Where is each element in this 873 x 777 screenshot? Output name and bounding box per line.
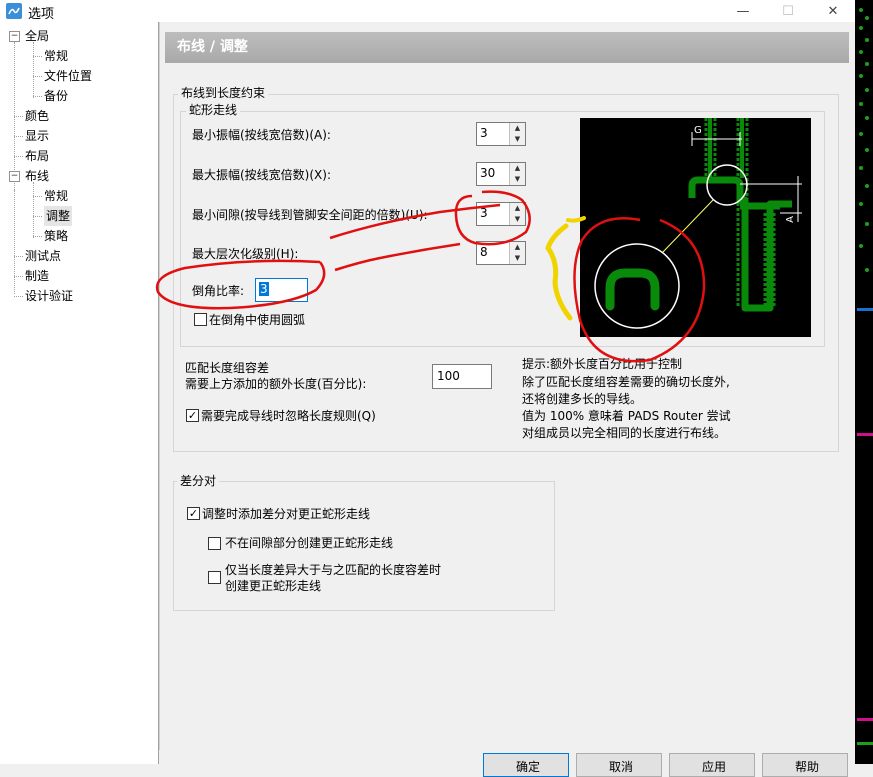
chamfer-ratio-input[interactable]: 3 bbox=[255, 278, 308, 302]
no-gap-serpentine-label: 不在间隙部分创建更正蛇形走线 bbox=[225, 536, 394, 550]
diff-pair-legend: 差分对 bbox=[177, 474, 220, 488]
maximize-icon: ☐ bbox=[782, 3, 794, 19]
tree-item-manufacturing[interactable]: 制造 bbox=[25, 266, 49, 286]
help-label: 帮助 bbox=[795, 760, 820, 774]
spin-up-icon[interactable]: ▲ bbox=[509, 163, 525, 174]
tree-item-strategy[interactable]: 策略 bbox=[44, 226, 68, 246]
expand-routing-icon[interactable]: − bbox=[9, 171, 20, 182]
max-level-value: 8 bbox=[480, 245, 488, 259]
min-amplitude-label: 最小振幅(按线宽倍数)(A): bbox=[192, 128, 331, 142]
spin-down-icon[interactable]: ▼ bbox=[509, 214, 525, 225]
chamfer-ratio-value: 3 bbox=[259, 282, 269, 296]
close-icon: ✕ bbox=[827, 3, 839, 19]
diagram-label-a: A bbox=[784, 216, 796, 223]
hint-line-4: 值为 100% 意味着 PADS Router 尝试 bbox=[522, 409, 731, 423]
tree-item-tuning[interactable]: 调整 bbox=[44, 206, 73, 226]
ignore-length-rules-checkbox[interactable]: ✓ bbox=[186, 409, 199, 422]
minimize-icon: — bbox=[736, 3, 750, 19]
add-diff-serpentine-label: 调整时添加差分对更正蛇形走线 bbox=[202, 507, 371, 521]
tree-item-display[interactable]: 显示 bbox=[25, 126, 49, 146]
ok-label: 确定 bbox=[516, 760, 541, 774]
tree-item-general[interactable]: 常规 bbox=[44, 46, 68, 66]
background-application bbox=[855, 0, 873, 764]
max-level-spinner[interactable]: 8 ▲ ▼ bbox=[476, 241, 526, 265]
tree-item-routing-general[interactable]: 常规 bbox=[44, 186, 68, 206]
ignore-length-rules-label: 需要完成导线时忽略长度规则(Q) bbox=[201, 409, 376, 423]
page-title: 布线 / 调整 bbox=[165, 32, 849, 63]
hint-line-1: 提示:额外长度百分比用于控制 bbox=[522, 357, 683, 371]
serpentine-diagram: G A bbox=[580, 118, 811, 337]
min-amplitude-value: 3 bbox=[480, 126, 488, 140]
hint-line-2: 除了匹配长度组容差需要的确切长度外, bbox=[522, 375, 730, 389]
spin-up-icon[interactable]: ▲ bbox=[509, 123, 525, 134]
match-tolerance-label: 匹配长度组容差 bbox=[185, 361, 270, 375]
only-when-diff-label-2: 创建更正蛇形走线 bbox=[225, 579, 322, 593]
match-tolerance-input[interactable]: 100 bbox=[432, 364, 492, 389]
tree-item-colors[interactable]: 颜色 bbox=[25, 106, 49, 126]
spin-up-icon[interactable]: ▲ bbox=[509, 242, 525, 253]
max-amplitude-value: 30 bbox=[480, 166, 496, 180]
chamfer-ratio-label: 倒角比率: bbox=[192, 284, 245, 298]
hint-line-5: 对组成员以完全相同的长度进行布线。 bbox=[522, 426, 727, 440]
diagram-label-g: G bbox=[694, 125, 702, 136]
options-tree: − − 全局 常规 文件位置 备份 颜色 显示 布局 布线 常规 调整 策略 测… bbox=[0, 22, 159, 764]
length-constraints-legend: 布线到长度约束 bbox=[178, 86, 269, 100]
app-icon bbox=[6, 3, 22, 19]
help-button[interactable]: 帮助 bbox=[762, 753, 848, 777]
cancel-label: 取消 bbox=[609, 760, 634, 774]
hint-line-3: 还将创建多长的导线。 bbox=[522, 392, 643, 406]
tree-item-file-locations[interactable]: 文件位置 bbox=[44, 66, 92, 86]
expand-global-icon[interactable]: − bbox=[9, 31, 20, 42]
min-gap-value: 3 bbox=[480, 206, 488, 220]
ok-button[interactable]: 确定 bbox=[483, 753, 569, 777]
minimize-button[interactable]: — bbox=[720, 0, 766, 22]
maximize-button[interactable]: ☐ bbox=[765, 0, 811, 22]
add-diff-serpentine-checkbox[interactable]: ✓ bbox=[187, 507, 200, 520]
max-amplitude-label: 最大振幅(按线宽倍数)(X): bbox=[192, 168, 331, 182]
use-arcs-label: 在倒角中使用圆弧 bbox=[209, 313, 306, 327]
spin-down-icon[interactable]: ▼ bbox=[509, 134, 525, 145]
only-when-diff-label-1: 仅当长度差异大于与之匹配的长度容差时 bbox=[225, 563, 442, 577]
tree-item-test-points[interactable]: 测试点 bbox=[25, 246, 61, 266]
tree-item-layout[interactable]: 布局 bbox=[25, 146, 49, 166]
use-arcs-checkbox[interactable] bbox=[194, 313, 207, 326]
tree-item-design-verification[interactable]: 设计验证 bbox=[25, 286, 73, 306]
title-bar: 选项 — ☐ ✕ bbox=[0, 0, 855, 22]
spin-down-icon[interactable]: ▼ bbox=[509, 174, 525, 185]
apply-label: 应用 bbox=[702, 760, 727, 774]
match-tolerance-value: 100 bbox=[437, 369, 460, 383]
max-amplitude-spinner[interactable]: 30 ▲ ▼ bbox=[476, 162, 526, 186]
no-gap-serpentine-checkbox[interactable] bbox=[208, 537, 221, 550]
min-gap-spinner[interactable]: 3 ▲ ▼ bbox=[476, 202, 526, 226]
min-amplitude-spinner[interactable]: 3 ▲ ▼ bbox=[476, 122, 526, 146]
tree-item-backup[interactable]: 备份 bbox=[44, 86, 68, 106]
window-title: 选项 bbox=[28, 7, 55, 22]
apply-button[interactable]: 应用 bbox=[669, 753, 755, 777]
close-button[interactable]: ✕ bbox=[810, 0, 856, 22]
extra-length-label: 需要上方添加的额外长度(百分比): bbox=[185, 377, 367, 391]
min-gap-label: 最小间隙(按导线到管脚安全间距的倍数)(U): bbox=[192, 208, 428, 222]
serpentine-legend: 蛇形走线 bbox=[186, 103, 241, 117]
spin-down-icon[interactable]: ▼ bbox=[509, 253, 525, 264]
tree-item-routing[interactable]: 布线 bbox=[25, 166, 49, 186]
spin-up-icon[interactable]: ▲ bbox=[509, 203, 525, 214]
cancel-button[interactable]: 取消 bbox=[576, 753, 662, 777]
max-level-label: 最大层次化级别(H): bbox=[192, 247, 299, 261]
tree-item-global[interactable]: 全局 bbox=[25, 26, 49, 46]
only-when-diff-checkbox[interactable] bbox=[208, 571, 221, 584]
